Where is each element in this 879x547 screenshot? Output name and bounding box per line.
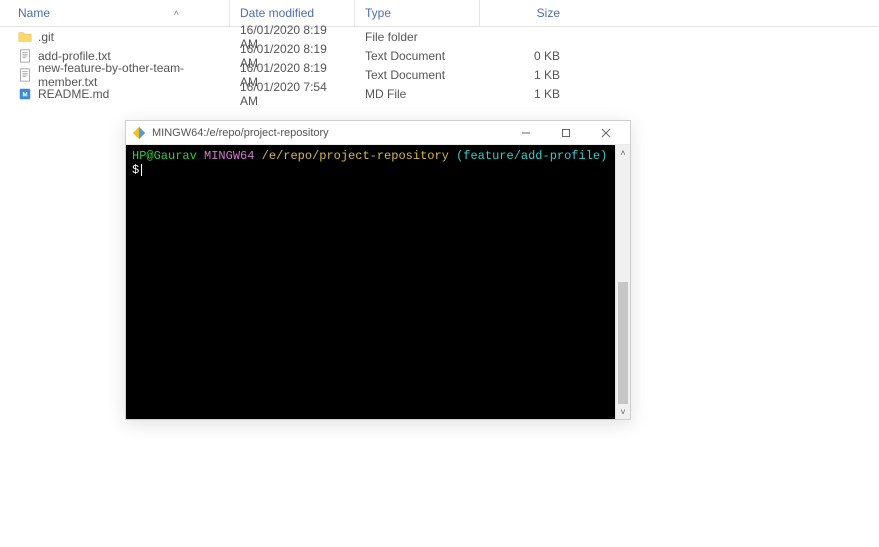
table-row[interactable]: new-feature-by-other-team-member.txt16/0… — [0, 65, 879, 84]
column-label: Name — [18, 6, 50, 20]
minimize-icon — [521, 128, 531, 138]
file-type: MD File — [355, 86, 480, 102]
file-explorer: Name ˄ Date modified Type Size .git16/01… — [0, 0, 879, 103]
cursor — [141, 164, 142, 176]
file-name: README.md — [38, 87, 109, 101]
file-size: 1 KB — [480, 86, 570, 102]
column-header-name[interactable]: Name ˄ — [0, 0, 230, 26]
column-header-type[interactable]: Type — [355, 0, 480, 26]
folder-icon — [18, 30, 32, 44]
scroll-up-icon[interactable]: ˄ — [616, 145, 630, 160]
file-name: .git — [38, 30, 54, 44]
titlebar[interactable]: MINGW64:/e/repo/project-repository — [126, 121, 630, 145]
maximize-icon — [561, 128, 571, 138]
prompt-host: MINGW64 — [204, 149, 254, 163]
scroll-down-icon[interactable]: ˅ — [616, 404, 630, 419]
prompt-path: /e/repo/project-repository — [262, 149, 449, 163]
prompt-branch: (feature/add-profile) — [456, 149, 607, 163]
prompt-symbol: $ — [132, 163, 139, 177]
file-size: 0 KB — [480, 48, 570, 64]
close-button[interactable] — [586, 122, 626, 144]
file-type: Text Document — [355, 67, 480, 83]
table-row[interactable]: MREADME.md16/01/2020 7:54 AMMD File1 KB — [0, 84, 879, 103]
terminal-body-wrap: HP@Gaurav MINGW64 /e/repo/project-reposi… — [126, 145, 630, 419]
md-icon: M — [18, 87, 32, 101]
close-icon — [601, 128, 611, 138]
scroll-thumb[interactable] — [618, 282, 628, 404]
svg-text:M: M — [22, 91, 27, 98]
explorer-column-headers: Name ˄ Date modified Type Size — [0, 0, 879, 27]
text-icon — [18, 68, 32, 82]
table-row[interactable]: .git16/01/2020 8:19 AMFile folder — [0, 27, 879, 46]
terminal-body[interactable]: HP@Gaurav MINGW64 /e/repo/project-reposi… — [126, 145, 615, 419]
file-size: 1 KB — [480, 67, 570, 83]
column-label: Type — [365, 6, 391, 20]
window-controls — [506, 122, 626, 144]
file-type: Text Document — [355, 48, 480, 64]
column-header-size[interactable]: Size — [480, 0, 570, 26]
prompt-user: HP@Gaurav — [132, 149, 197, 163]
file-date: 16/01/2020 7:54 AM — [230, 79, 355, 109]
sort-ascending-icon: ˄ — [174, 8, 219, 18]
explorer-rows: .git16/01/2020 8:19 AMFile folderadd-pro… — [0, 27, 879, 103]
terminal-window: MINGW64:/e/repo/project-repository HP@Ga… — [125, 120, 631, 420]
column-label: Date modified — [240, 6, 314, 20]
minimize-button[interactable] — [506, 122, 546, 144]
window-title: MINGW64:/e/repo/project-repository — [152, 127, 329, 139]
file-size — [480, 36, 570, 38]
git-bash-icon — [132, 126, 146, 140]
scroll-track[interactable] — [616, 160, 630, 404]
file-name: new-feature-by-other-team-member.txt — [38, 61, 220, 89]
maximize-button[interactable] — [546, 122, 586, 144]
column-label: Size — [537, 6, 560, 20]
file-type: File folder — [355, 29, 480, 45]
terminal-scrollbar[interactable]: ˄ ˅ — [615, 145, 630, 419]
